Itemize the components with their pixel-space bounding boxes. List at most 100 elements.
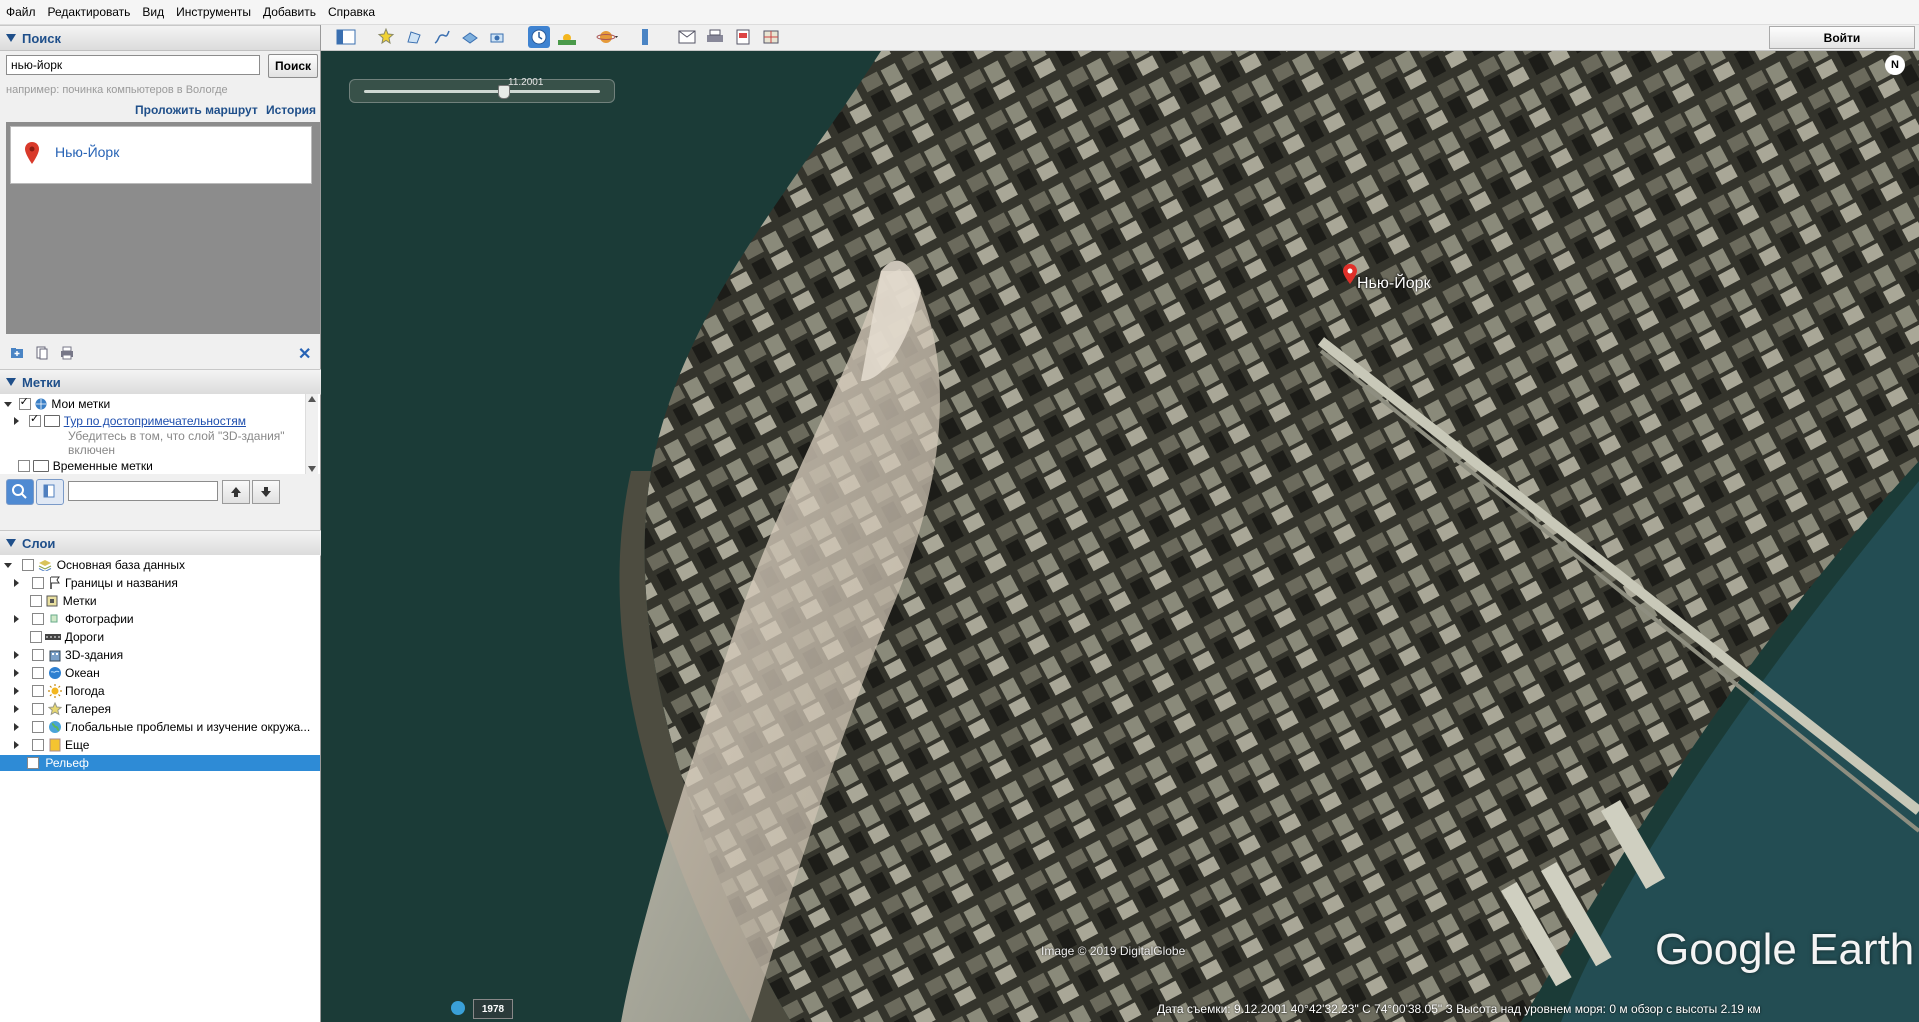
- checkbox[interactable]: [29, 412, 42, 427]
- checkbox[interactable]: [32, 667, 45, 679]
- layer-item-weather[interactable]: Погода: [14, 683, 105, 699]
- time-slider[interactable]: 11.2001: [349, 77, 615, 103]
- menu-edit[interactable]: Редактировать: [42, 0, 137, 24]
- checkbox[interactable]: [26, 757, 39, 769]
- map-place-label[interactable]: Нью-Йорк: [1357, 275, 1431, 293]
- imagery-year-button[interactable]: 1978: [473, 999, 513, 1019]
- layers-section-header[interactable]: Слои: [0, 530, 326, 556]
- expand-icon[interactable]: [14, 651, 19, 659]
- expand-icon[interactable]: [14, 669, 19, 677]
- add-overlay-button[interactable]: [459, 26, 481, 48]
- search-result-item[interactable]: Нью-Йорк: [10, 126, 312, 184]
- layer-item-3d-buildings[interactable]: 3D-здания: [14, 647, 123, 663]
- layer-label: Фотографии: [65, 612, 134, 626]
- close-icon[interactable]: ✕: [298, 344, 311, 364]
- add-folder-icon[interactable]: [10, 346, 24, 360]
- checkbox[interactable]: [32, 703, 45, 715]
- add-placemark-button[interactable]: [375, 26, 397, 48]
- layers-tree: Основная база данных Границы и названия …: [0, 555, 320, 1022]
- expand-icon[interactable]: [14, 417, 19, 425]
- layer-label: Метки: [62, 594, 97, 608]
- historical-imagery-button[interactable]: [528, 26, 550, 48]
- move-down-button[interactable]: [252, 480, 280, 504]
- print-icon[interactable]: [60, 346, 74, 360]
- ruler-button[interactable]: [634, 26, 656, 48]
- sign-in-button[interactable]: Войти: [1769, 26, 1915, 49]
- print-button[interactable]: [704, 26, 726, 48]
- layer-item-roads[interactable]: Дороги: [30, 629, 104, 645]
- panel-toggle-button[interactable]: [36, 479, 64, 505]
- expand-icon[interactable]: [14, 741, 19, 749]
- layer-item-ocean[interactable]: Океан: [14, 665, 100, 681]
- sidebar-toggle-button[interactable]: [335, 26, 357, 48]
- email-button[interactable]: [676, 26, 698, 48]
- save-image-button[interactable]: [732, 26, 754, 48]
- checkbox[interactable]: [30, 595, 42, 607]
- checkbox[interactable]: [18, 460, 30, 472]
- checkbox[interactable]: [32, 685, 45, 697]
- tree-item-my-places[interactable]: Мои метки: [4, 395, 110, 412]
- add-polygon-button[interactable]: [403, 26, 425, 48]
- layer-item-photos[interactable]: Фотографии: [14, 611, 134, 627]
- planets-button[interactable]: [594, 26, 622, 48]
- checkbox[interactable]: [18, 395, 31, 410]
- map-pin-icon[interactable]: [1343, 264, 1357, 284]
- expand-icon[interactable]: [14, 687, 19, 695]
- sun-icon: [558, 34, 576, 45]
- expand-icon[interactable]: [14, 723, 19, 731]
- scroll-down-icon[interactable]: [308, 466, 316, 472]
- layer-item-gallery[interactable]: Галерея: [14, 701, 111, 717]
- add-path-button[interactable]: [431, 26, 453, 48]
- planet-icon: [596, 31, 618, 43]
- menu-tools[interactable]: Инструменты: [170, 0, 257, 24]
- scrollbar[interactable]: [305, 394, 318, 474]
- directions-link[interactable]: Проложить маршрут: [135, 103, 258, 117]
- search-input[interactable]: [6, 55, 260, 75]
- layers-section-title: Слои: [22, 535, 56, 551]
- checkbox[interactable]: [32, 649, 45, 661]
- checkbox[interactable]: [22, 559, 35, 571]
- layer-item-terrain[interactable]: Рельеф: [0, 755, 320, 771]
- layer-item-more[interactable]: Еще: [14, 737, 89, 753]
- scroll-up-icon[interactable]: [308, 396, 316, 402]
- copy-icon[interactable]: [35, 346, 49, 360]
- checkbox[interactable]: [30, 631, 42, 643]
- checkbox[interactable]: [32, 613, 45, 625]
- layer-label: Галерея: [65, 702, 112, 716]
- view-in-maps-button[interactable]: [760, 26, 782, 48]
- sunlight-button[interactable]: [556, 26, 578, 48]
- collapse-triangle-icon: [6, 378, 16, 386]
- expand-icon[interactable]: [4, 401, 12, 407]
- move-up-button[interactable]: [222, 480, 250, 504]
- search-button[interactable]: Поиск: [268, 54, 318, 78]
- menu-file[interactable]: Файл: [0, 0, 42, 24]
- record-tour-button[interactable]: [487, 26, 509, 48]
- menu-view[interactable]: Вид: [136, 0, 170, 24]
- expand-icon[interactable]: [14, 579, 19, 587]
- layer-item-borders[interactable]: Границы и названия: [14, 575, 178, 591]
- historical-clock-icon[interactable]: [451, 1001, 465, 1015]
- tree-item-label[interactable]: Тур по достопримечательностям: [64, 414, 246, 428]
- slider-track[interactable]: [364, 90, 600, 93]
- menu-add[interactable]: Добавить: [257, 0, 322, 24]
- tree-item-temp-places[interactable]: Временные метки: [18, 458, 153, 474]
- expand-icon[interactable]: [14, 705, 19, 713]
- checkbox[interactable]: [32, 721, 45, 733]
- places-section-header[interactable]: Метки: [0, 369, 326, 395]
- places-filter-input[interactable]: [68, 481, 218, 501]
- checkbox[interactable]: [32, 739, 45, 751]
- search-section-header[interactable]: Поиск: [0, 25, 320, 51]
- menu-help[interactable]: Справка: [322, 0, 381, 24]
- earth-view[interactable]: 11.2001 Нью-Йорк N Image © 2019 DigitalG…: [321, 51, 1919, 1022]
- tree-item-tour[interactable]: Тур по достопримечательностям: [14, 412, 246, 429]
- expand-icon[interactable]: [4, 562, 12, 568]
- history-link[interactable]: История: [266, 103, 316, 117]
- checkbox[interactable]: [32, 577, 45, 589]
- ocean-icon: [48, 667, 61, 679]
- compass-north-icon[interactable]: N: [1885, 55, 1905, 75]
- layer-item-primary-db[interactable]: Основная база данных: [4, 557, 185, 573]
- expand-icon[interactable]: [14, 615, 19, 623]
- search-places-button[interactable]: [6, 479, 34, 505]
- layer-item-places[interactable]: Метки: [30, 593, 97, 609]
- layer-item-global-issues[interactable]: Глобальные проблемы и изучение окружа...: [14, 719, 310, 735]
